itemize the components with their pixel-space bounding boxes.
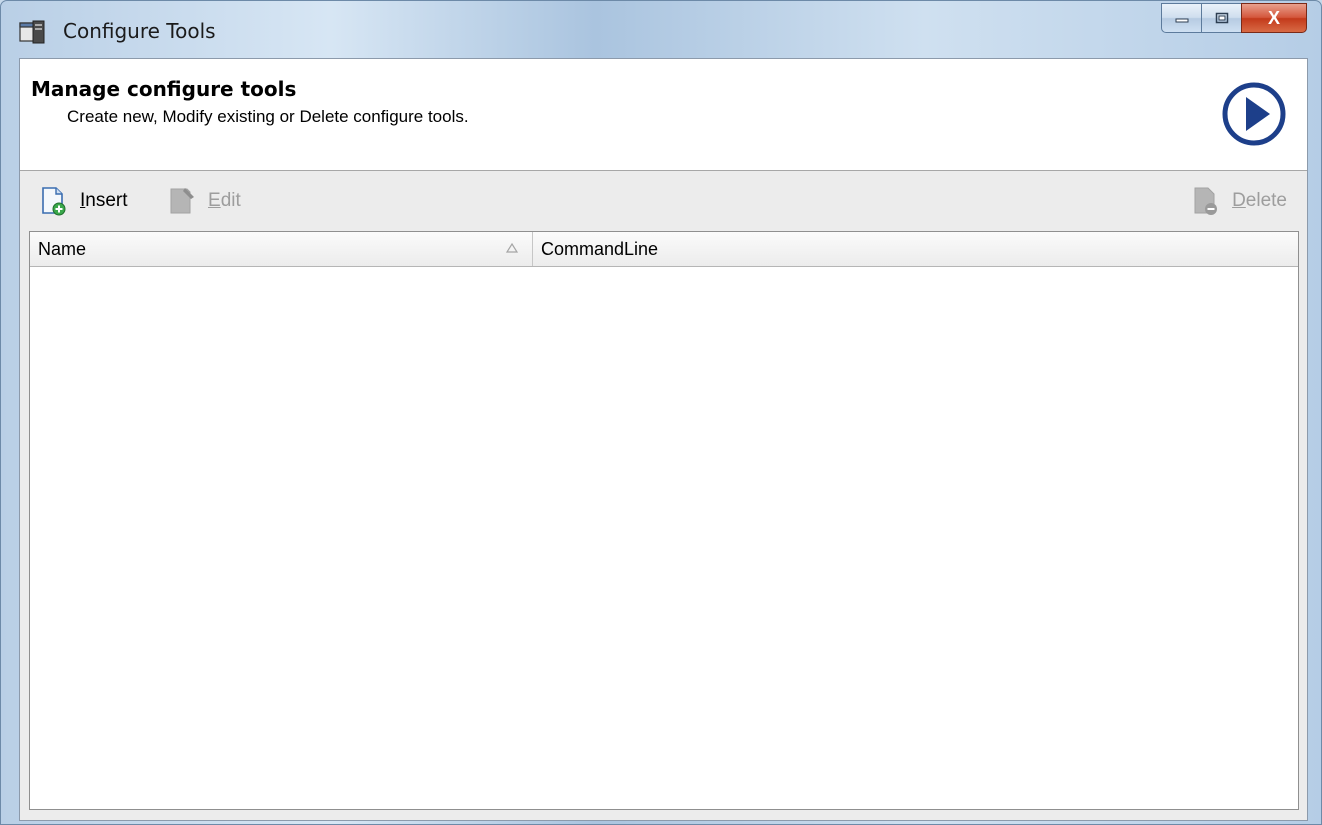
column-name-label: Name [38,238,87,259]
header-title: Manage configure tools [31,77,297,101]
edit-button[interactable]: Edit [168,185,241,217]
dialog-client-area: Manage configure tools Create new, Modif… [19,58,1308,821]
title-bar[interactable]: Configure Tools X [1,1,1321,57]
caption-buttons: X [1161,3,1307,33]
header-subtitle: Create new, Modify existing or Delete co… [67,107,469,126]
header-panel: Manage configure tools Create new, Modif… [20,59,1307,171]
column-commandline-label: CommandLine [541,238,659,259]
toolbar: Insert Edit Delete [20,172,1307,229]
minimize-button[interactable] [1161,3,1201,33]
window-title: Configure Tools [63,19,216,43]
insert-document-icon [42,187,66,216]
maximize-icon [1215,12,1228,24]
edit-document-icon [170,188,194,214]
delete-button[interactable]: Delete [1192,185,1287,217]
maximize-button[interactable] [1201,3,1241,33]
tools-list[interactable]: Name CommandLine [29,231,1299,810]
delete-document-icon [1194,187,1218,215]
configure-tools-window: Configure Tools X Manage configure tools… [0,0,1322,825]
insert-label: Insert [80,190,128,211]
close-button[interactable]: X [1241,3,1307,33]
minimize-icon [1175,18,1188,23]
list-header: Name CommandLine [30,232,1298,267]
play-next-icon[interactable] [1221,81,1287,147]
column-header-commandline[interactable]: CommandLine [533,232,1298,266]
delete-label: Delete [1232,190,1287,211]
edit-label: Edit [208,190,241,211]
sort-ascending-icon [506,243,518,253]
close-icon: X [1267,7,1280,28]
column-header-name[interactable]: Name [30,232,533,266]
app-window-icon [19,20,45,44]
insert-button[interactable]: Insert [40,185,128,217]
